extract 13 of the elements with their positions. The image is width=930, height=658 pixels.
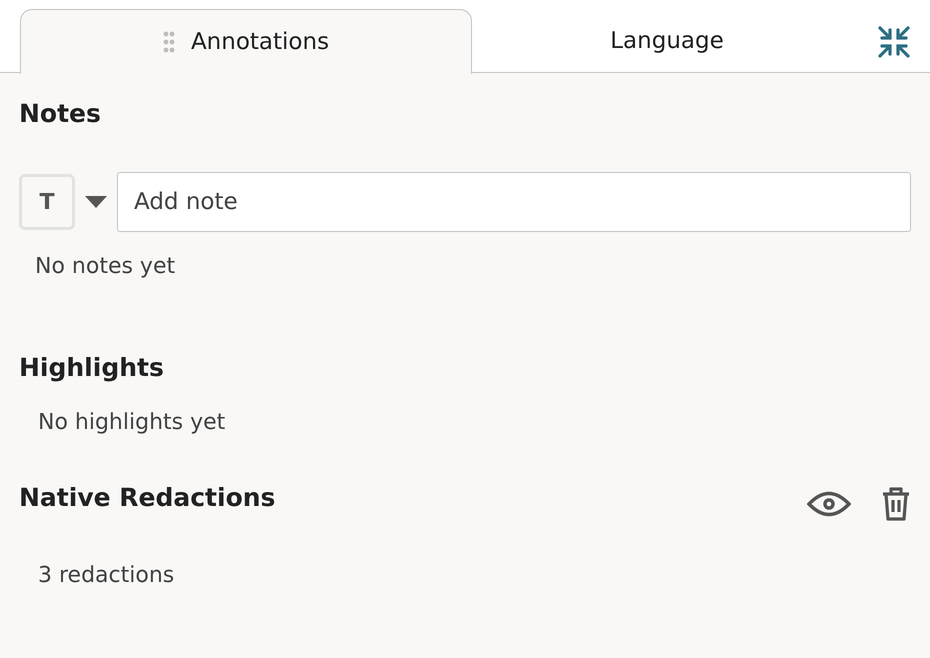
redaction-count: 3 redactions <box>37 563 176 588</box>
section-title: Native Redactions <box>19 482 276 512</box>
eye-icon[interactable] <box>807 489 851 519</box>
section-title: Notes <box>19 98 102 128</box>
tab[interactable]: Annotations <box>20 9 472 74</box>
text-type-button[interactable]: T <box>19 174 75 230</box>
empty-message: No highlights yet <box>37 410 226 435</box>
caret-icon[interactable] <box>85 196 107 208</box>
trash-icon[interactable] <box>881 487 911 521</box>
note-input-field[interactable]: Add note <box>117 172 911 232</box>
section-title: Highlights <box>19 353 165 382</box>
collapse-icon[interactable] <box>877 25 911 59</box>
empty-message: No notes yet <box>34 254 176 279</box>
